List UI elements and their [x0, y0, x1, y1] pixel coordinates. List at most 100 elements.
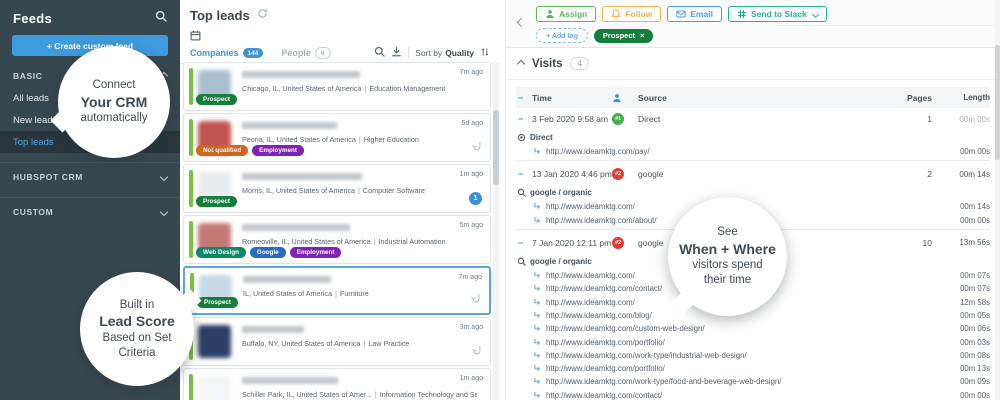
envelope-icon — [676, 9, 686, 19]
page-url[interactable]: http://www.ideamktg.com/contact/ — [546, 391, 662, 400]
bubble-line: Based on Set — [102, 331, 171, 346]
tag-google: Google — [250, 247, 286, 258]
separator: | — [374, 237, 376, 246]
badge-cell: #2 — [612, 168, 638, 180]
page-url[interactable]: http://www.ideamktg.com/blog/ — [546, 311, 652, 320]
visited-page-row[interactable]: http://www.ideamktg.com/work-type/food-a… — [516, 375, 990, 388]
company-name-blurred — [242, 122, 337, 129]
page-url[interactable]: http://www.ideamktg.com/ — [546, 271, 635, 280]
collapse-icon[interactable]: − — [516, 169, 532, 179]
page-url[interactable]: http://www.ideamktg.com/portfolio/ — [546, 364, 665, 373]
unfollow-hook-icon[interactable] — [472, 139, 483, 157]
visit-quality-badge: #1 — [612, 113, 624, 125]
visited-page-row[interactable]: http://www.ideamktg.com/work-type/indust… — [516, 349, 990, 362]
visited-page-row[interactable]: http://www.ideamktg.com/blog/00m 05s — [516, 309, 990, 322]
page-url[interactable]: http://www.ideamktg.com/about/ — [546, 216, 657, 225]
collapse-all-icon[interactable]: − — [516, 93, 532, 103]
lead-card[interactable]: IL, United States of America|Furniture7m… — [183, 266, 491, 315]
lead-score-bar — [189, 68, 193, 105]
sidebar-section-custom[interactable]: CUSTOM — [0, 197, 180, 223]
lead-card[interactable]: Romeoville, IL, United States of America… — [183, 215, 491, 264]
page-length: 00m 08s — [932, 351, 990, 360]
unfollow-hook-icon[interactable] — [471, 291, 482, 309]
scrollbar-thumb[interactable] — [493, 110, 499, 185]
page-length: 00m 13s — [932, 364, 990, 373]
tag-prospect: Prospect — [196, 196, 237, 207]
return-icon — [533, 351, 542, 360]
lead-location: Chicago, IL, United States of America — [242, 84, 361, 93]
send-to-slack-button[interactable]: Send to Slack — [728, 6, 827, 22]
callout-connect-crm: ConnectYour CRMautomatically — [58, 46, 170, 158]
sort-value[interactable]: Quality — [445, 48, 474, 58]
download-icon[interactable] — [391, 44, 402, 62]
sidebar-title: Feeds — [13, 11, 52, 26]
hook-icon — [471, 293, 482, 304]
page-length: 00m 07s — [932, 284, 990, 293]
visit-row[interactable]: −13 Jan 2020 4:46 pm#2google200m 14s — [516, 163, 990, 185]
section-label: BASIC — [13, 71, 42, 81]
visited-page-row[interactable]: http://www.ideamktg.com/custom-web-desig… — [516, 322, 990, 335]
email-button[interactable]: Email — [667, 6, 722, 22]
remove-tag-icon[interactable]: × — [640, 31, 644, 40]
lead-card[interactable]: Chicago, IL, United States of America|Ed… — [183, 62, 491, 111]
tab-label: Companies — [190, 48, 239, 58]
page-title: Top leads — [190, 8, 250, 23]
lead-card[interactable]: Buffalo, NY, United States of America|La… — [183, 317, 491, 366]
visited-page-row[interactable]: http://www.ideamktg.com/pay/00m 00s — [516, 145, 990, 158]
lead-industry: Industrial Automation — [379, 237, 446, 246]
visit-row[interactable]: −3 Feb 2020 9:58 am#1Direct100m 00s — [516, 108, 990, 130]
page-url[interactable]: http://www.ideamktg.com/contact/ — [546, 284, 662, 293]
separator: | — [335, 289, 337, 298]
lead-meta: Peoria, IL, United States of America|Hig… — [242, 135, 419, 144]
tag-prospect: Prospect — [196, 94, 237, 105]
sidebar-item-label: All leads — [13, 93, 49, 104]
page-length: 00m 07s — [932, 271, 990, 280]
person-icon — [612, 93, 622, 103]
search-icon[interactable] — [155, 9, 167, 27]
refresh-icon[interactable] — [257, 6, 268, 24]
search-icon — [517, 257, 526, 266]
section-label: HUBSPOT CRM — [13, 172, 83, 182]
lead-location: Peoria, IL, United States of America — [242, 135, 356, 144]
assign-button[interactable]: Assign — [536, 6, 596, 22]
page-url[interactable]: http://www.ideamktg.com/work-type/food-a… — [546, 377, 781, 386]
page-url[interactable]: http://www.ideamktg.com/custom-web-desig… — [546, 324, 705, 333]
scrollbar-thumb[interactable] — [995, 45, 1000, 160]
page-url[interactable]: http://www.ideamktg.com/ — [546, 298, 635, 307]
visited-page-row[interactable]: http://www.ideamktg.com/portfolio/00m 03… — [516, 335, 990, 348]
visited-page-row[interactable]: http://www.ideamktg.com/portfolio/00m 13… — [516, 362, 990, 375]
tab-people[interactable]: People 6 — [281, 43, 330, 63]
button-label: Send to Slack — [751, 9, 807, 19]
chevron-up-icon[interactable] — [517, 59, 525, 67]
collapse-icon[interactable]: − — [516, 114, 532, 124]
divider — [516, 160, 990, 161]
visited-page-row[interactable]: http://www.ideamktg.com/contact/00m 00s — [516, 389, 990, 400]
bell-icon — [611, 9, 621, 19]
lead-card[interactable]: Schiller Park, IL, United States of Amer… — [183, 368, 491, 400]
tag-employment: Employment — [290, 247, 342, 258]
search-icon[interactable] — [374, 44, 385, 62]
lead-tags: Prospect — [196, 196, 237, 207]
follow-button[interactable]: Follow — [602, 6, 661, 22]
return-icon — [533, 324, 542, 333]
lead-card[interactable]: Peoria, IL, United States of America|Hig… — [183, 113, 491, 162]
page-url[interactable]: http://www.ideamktg.com/ — [546, 202, 635, 211]
return-icon — [533, 338, 542, 347]
lead-meta: Buffalo, NY, United States of America|La… — [242, 339, 409, 348]
visit-pages: 10 — [886, 238, 932, 248]
chevron-down-icon — [160, 208, 168, 216]
page-url[interactable]: http://www.ideamktg.com/pay/ — [546, 147, 650, 156]
divider — [408, 47, 409, 59]
lead-card[interactable]: Morris, IL, United States of America|Com… — [183, 164, 491, 213]
add-tag-button[interactable]: + Add tag — [536, 28, 588, 43]
page-url[interactable]: http://www.ideamktg.com/portfolio/ — [546, 338, 665, 347]
sort-direction-icon[interactable] — [480, 44, 490, 62]
unfollow-hook-icon[interactable] — [472, 343, 483, 361]
last-visit-time: 7m ago — [460, 69, 483, 76]
back-icon[interactable] — [517, 18, 527, 28]
active-tag-prospect[interactable]: Prospect × — [594, 29, 654, 43]
tab-companies[interactable]: Companies 144 — [190, 43, 263, 63]
collapse-icon[interactable]: − — [516, 238, 532, 248]
sidebar-section-hubspot-crm[interactable]: HUBSPOT CRM — [0, 162, 180, 188]
page-url[interactable]: http://www.ideamktg.com/work-type/indust… — [546, 351, 747, 360]
